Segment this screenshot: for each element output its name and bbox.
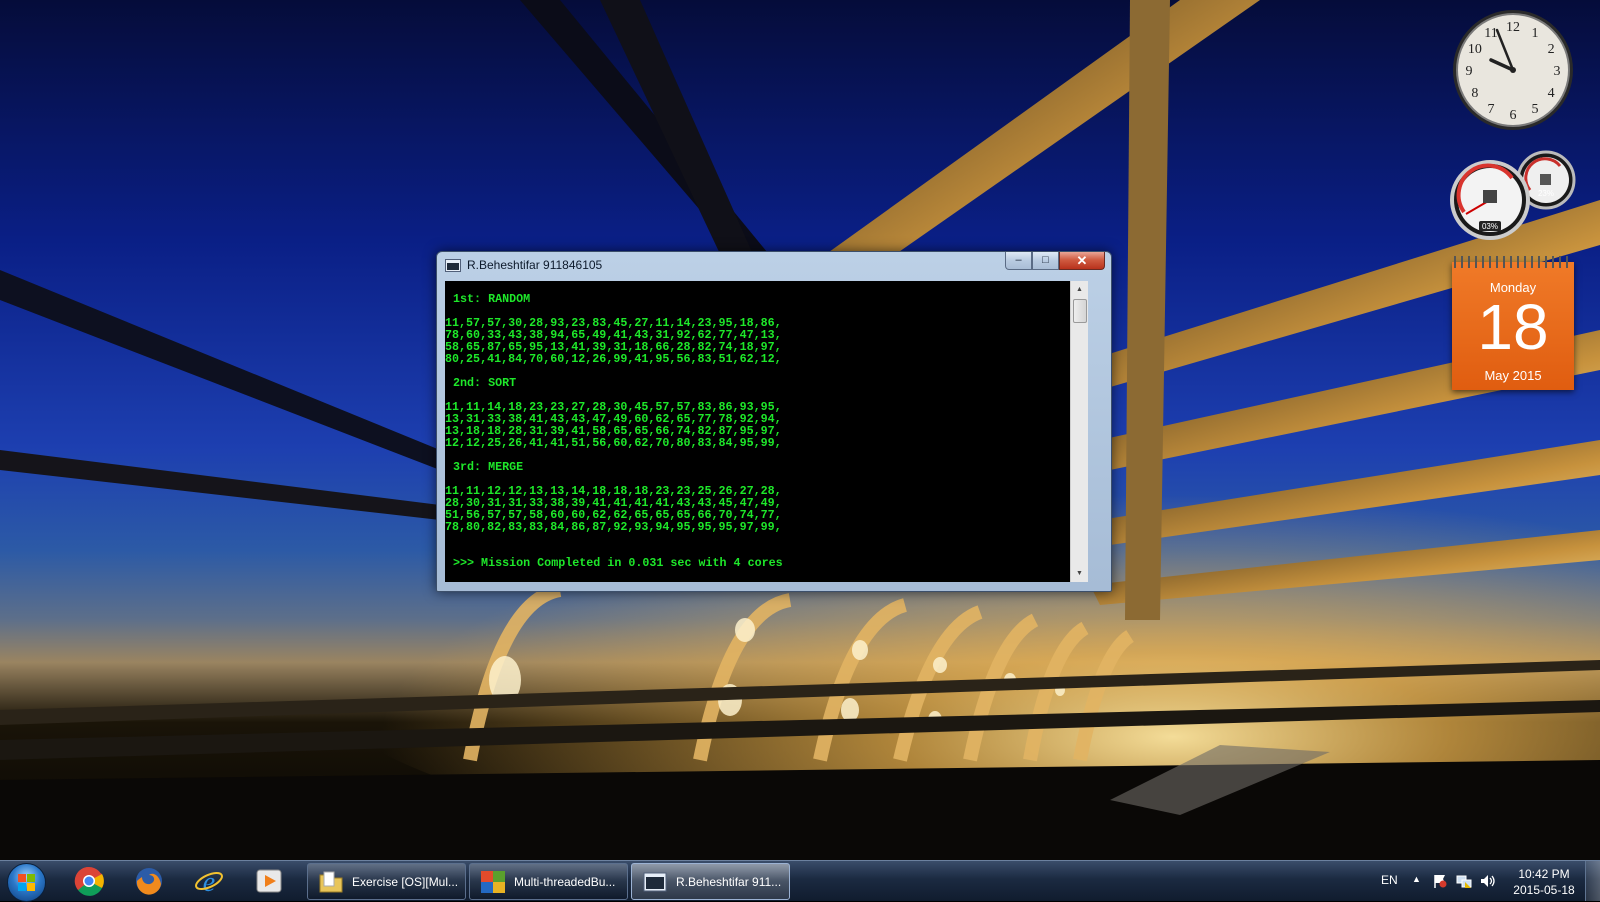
clock-numeral: 11 xyxy=(1484,26,1497,41)
clock-numeral: 3 xyxy=(1554,64,1561,79)
windows-start-icon[interactable] xyxy=(7,863,46,902)
clock-numeral: 2 xyxy=(1548,42,1555,57)
vertical-scrollbar[interactable]: ▲ ▼ xyxy=(1070,281,1088,582)
console-text: 1st: RANDOM 11,57,57,30,28,93,23,83,45,2… xyxy=(445,281,1080,582)
svg-text:e: e xyxy=(203,867,215,896)
window-title: R.Beheshtifar 911846105 xyxy=(467,258,603,272)
media-player-icon[interactable] xyxy=(242,863,296,899)
sort-line: 12,12,25,26,41,41,51,56,60,62,70,80,83,8… xyxy=(445,436,782,450)
console-window[interactable]: R.Beheshtifar 911846105 – □ ✕ 1st: RANDO… xyxy=(436,251,1112,592)
console-icon[interactable] xyxy=(445,259,461,272)
clock-numeral: 8 xyxy=(1471,86,1478,101)
console-icon xyxy=(643,872,667,892)
completion-message: >>> Mission Completed in 0.031 sec with … xyxy=(453,556,783,570)
random-header: 1st: RANDOM xyxy=(453,292,531,306)
network-icon[interactable] xyxy=(1456,873,1472,889)
calendar-month-year: May 2015 xyxy=(1484,368,1542,383)
scroll-up-arrow-icon[interactable]: ▲ xyxy=(1071,281,1088,298)
calendar-gadget[interactable]: Monday 18 May 2015 xyxy=(1452,256,1574,390)
clock-numeral: 9 xyxy=(1466,64,1473,79)
action-center-flag-icon[interactable] xyxy=(1432,873,1448,889)
merge-header: 3rd: MERGE xyxy=(453,460,524,474)
minimize-button[interactable]: – xyxy=(1005,252,1032,270)
chrome-icon[interactable] xyxy=(62,863,116,899)
calendar-rings xyxy=(1454,256,1572,268)
scroll-down-arrow-icon[interactable]: ▼ xyxy=(1071,565,1088,582)
system-time: 10:42 PM xyxy=(1518,867,1570,881)
window-titlebar[interactable]: R.Beheshtifar 911846105 – □ ✕ xyxy=(437,252,1111,278)
taskbar-button-visual-studio[interactable]: Multi-threadedBu... xyxy=(469,863,628,900)
clock-numeral: 1 xyxy=(1532,26,1539,41)
calendar-day: 18 xyxy=(1477,291,1549,363)
memory-value: 23% xyxy=(1538,189,1554,198)
clock-numeral: 5 xyxy=(1532,102,1539,117)
clock-numeral: 12 xyxy=(1506,20,1520,35)
system-clock[interactable]: 10:42 PM 2015-05-18 xyxy=(1508,866,1580,898)
meter-dials: 23% 03% xyxy=(1450,150,1576,240)
folder-icon xyxy=(319,871,343,893)
cpu-value: 03% xyxy=(1482,222,1498,231)
clock-numeral: 10 xyxy=(1468,42,1482,57)
maximize-button[interactable]: □ xyxy=(1032,252,1059,270)
visual-studio-icon xyxy=(481,871,505,893)
sort-header: 2nd: SORT xyxy=(453,376,517,390)
close-button[interactable]: ✕ xyxy=(1059,252,1105,270)
clock-numeral: 4 xyxy=(1548,86,1555,101)
taskbar: e Exercise [OS][Mul... Multi-threadedBu.… xyxy=(0,860,1600,902)
firefox-icon[interactable] xyxy=(122,863,176,899)
clock-numeral: 7 xyxy=(1488,102,1495,117)
scroll-thumb[interactable] xyxy=(1073,299,1087,323)
random-line: 80,25,41,84,70,60,12,26,99,41,95,56,83,5… xyxy=(445,352,782,366)
taskbar-button-label: Exercise [OS][Mul... xyxy=(352,875,459,889)
merge-line: 78,80,82,83,83,84,86,87,92,93,94,95,95,9… xyxy=(445,520,782,534)
taskbar-button-console[interactable]: R.Beheshtifar 911... xyxy=(631,863,790,900)
system-date: 2015-05-18 xyxy=(1513,883,1575,897)
caption-buttons: – □ ✕ xyxy=(1005,252,1105,270)
cpu-meter-gadget[interactable]: 23% 03% xyxy=(1450,150,1580,242)
console-output-area[interactable]: 1st: RANDOM 11,57,57,30,28,93,23,83,45,2… xyxy=(445,281,1088,582)
taskbar-button-label: Multi-threadedBu... xyxy=(514,875,616,889)
taskbar-button-label: R.Beheshtifar 911... xyxy=(676,875,782,889)
clock-gadget[interactable]: 12 1 2 3 4 5 6 7 8 9 10 11 xyxy=(1451,8,1575,132)
show-desktop-button[interactable] xyxy=(1585,861,1600,901)
volume-icon[interactable] xyxy=(1480,873,1496,889)
clock-face: 12 12 3 45678 9 1011 xyxy=(1453,10,1573,130)
show-hidden-icons-arrow[interactable]: ▲ xyxy=(1412,874,1421,884)
taskbar-button-explorer[interactable]: Exercise [OS][Mul... xyxy=(307,863,466,900)
clock-numeral: 6 xyxy=(1510,108,1517,123)
internet-explorer-icon[interactable]: e xyxy=(182,863,236,899)
language-indicator[interactable]: EN xyxy=(1381,873,1398,887)
